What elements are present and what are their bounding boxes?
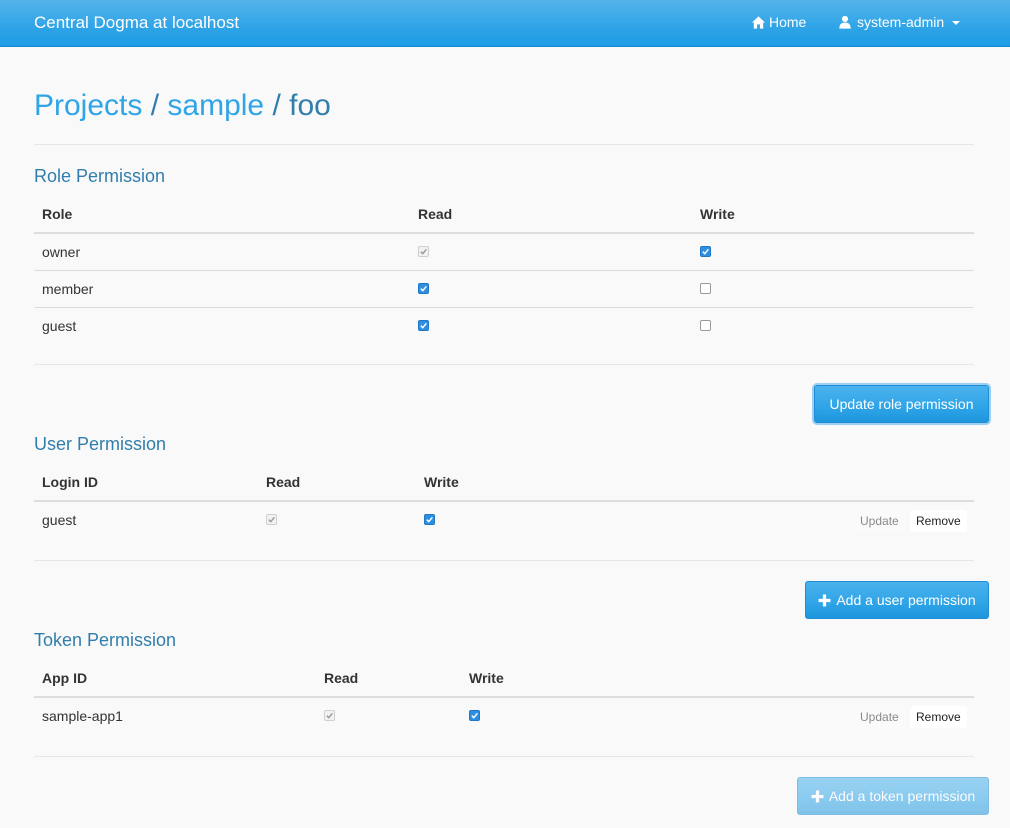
caret-down-icon bbox=[952, 21, 961, 25]
column-header-read: Read bbox=[418, 206, 453, 222]
brand-link[interactable]: Central Dogma at localhost bbox=[34, 12, 239, 34]
add-token-permission-button[interactable]: Add a token permission bbox=[797, 777, 989, 815]
guest-write-checkbox[interactable] bbox=[700, 320, 711, 331]
breadcrumb-separator: / bbox=[272, 89, 281, 122]
plus-icon bbox=[818, 594, 831, 607]
user-icon bbox=[838, 15, 853, 30]
column-header-write: Write bbox=[424, 474, 459, 490]
token-remove-button[interactable]: Remove bbox=[910, 706, 967, 728]
guest-read-checkbox[interactable] bbox=[418, 320, 429, 331]
update-role-permission-label: Update role permission bbox=[829, 396, 974, 412]
home-icon bbox=[751, 15, 766, 30]
member-read-checkbox[interactable] bbox=[418, 283, 429, 294]
add-token-permission-label: Add a token permission bbox=[828, 788, 976, 804]
token-update-button[interactable]: Update bbox=[854, 706, 905, 728]
navbar: Central Dogma at localhost Home system-a… bbox=[0, 0, 1010, 47]
breadcrumb-repo: foo bbox=[289, 89, 331, 122]
user-remove-button[interactable]: Remove bbox=[910, 510, 967, 532]
divider bbox=[34, 560, 974, 561]
column-header-write: Write bbox=[700, 206, 735, 222]
update-role-permission-button[interactable]: Update role permission bbox=[814, 385, 989, 423]
divider bbox=[34, 144, 974, 145]
token-permission-title: Token Permission bbox=[34, 630, 177, 650]
role-permission-title: Role Permission bbox=[34, 166, 166, 186]
role-name-guest: guest bbox=[42, 318, 77, 334]
row-divider bbox=[34, 307, 974, 308]
table-header-border bbox=[34, 500, 974, 502]
user-read-checkbox bbox=[266, 514, 277, 525]
breadcrumb-project-link[interactable]: sample bbox=[167, 89, 264, 122]
user-menu-dropdown[interactable]: system-admin bbox=[838, 13, 961, 31]
token-read-checkbox bbox=[324, 710, 335, 721]
column-header-login-id: Login ID bbox=[42, 474, 98, 490]
user-permission-title: User Permission bbox=[34, 434, 167, 454]
plus-icon bbox=[811, 790, 824, 803]
user-menu-label: system-admin bbox=[857, 14, 945, 30]
breadcrumb-projects-link[interactable]: Projects bbox=[34, 89, 142, 122]
row-divider bbox=[34, 270, 974, 271]
column-header-read: Read bbox=[266, 474, 301, 490]
add-user-permission-label: Add a user permission bbox=[836, 592, 976, 608]
user-write-checkbox[interactable] bbox=[424, 514, 435, 525]
page-title: Projects / sample / foo bbox=[34, 88, 331, 124]
table-header-border bbox=[34, 696, 974, 698]
nav-home-label: Home bbox=[769, 14, 807, 30]
column-header-app-id: App ID bbox=[42, 670, 88, 686]
owner-read-checkbox bbox=[418, 246, 429, 257]
user-login-id: guest bbox=[42, 512, 77, 528]
role-name-owner: owner bbox=[42, 244, 81, 260]
divider bbox=[34, 364, 974, 365]
role-name-member: member bbox=[42, 281, 94, 297]
add-user-permission-button[interactable]: Add a user permission bbox=[805, 581, 989, 619]
owner-write-checkbox[interactable] bbox=[700, 246, 711, 257]
member-write-checkbox[interactable] bbox=[700, 283, 711, 294]
column-header-write: Write bbox=[469, 670, 504, 686]
column-header-read: Read bbox=[324, 670, 359, 686]
user-update-button[interactable]: Update bbox=[854, 510, 905, 532]
token-write-checkbox[interactable] bbox=[469, 710, 480, 721]
divider bbox=[34, 756, 974, 757]
breadcrumb-separator: / bbox=[150, 89, 160, 122]
table-header-border bbox=[34, 232, 974, 234]
column-header-role: Role bbox=[42, 206, 73, 222]
token-app-id: sample-app1 bbox=[42, 708, 123, 724]
nav-home-link[interactable]: Home bbox=[751, 13, 806, 31]
